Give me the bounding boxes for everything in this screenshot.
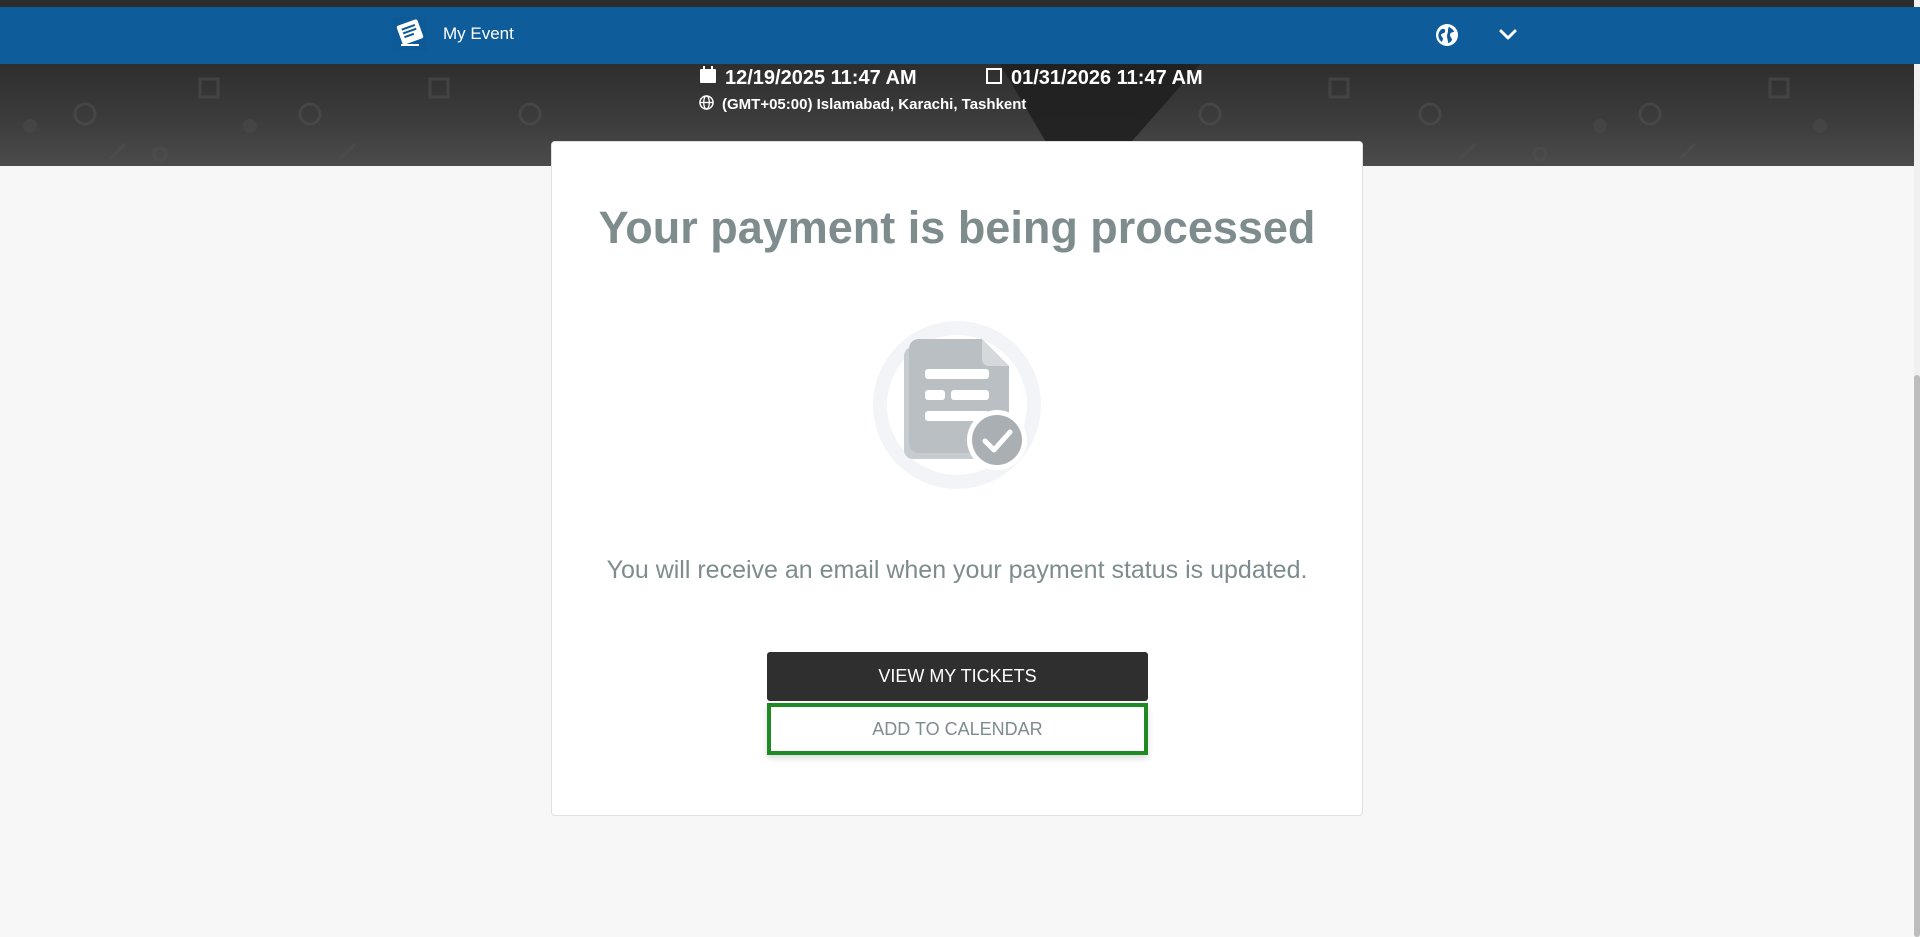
start-datetime: 12/19/2025 11:47 AM bbox=[725, 66, 917, 89]
scrollbar-thumb[interactable] bbox=[1914, 375, 1920, 937]
confirmation-message: You will receive an email when your paym… bbox=[606, 556, 1308, 584]
timezone-text: (GMT+05:00) Islamabad, Karachi, Tashkent bbox=[722, 96, 1027, 113]
chevron-down-icon[interactable] bbox=[1498, 27, 1518, 43]
globe-small-icon bbox=[699, 95, 714, 114]
confirmation-card: Your payment is being processed You will… bbox=[551, 141, 1363, 816]
app-name[interactable]: My Event bbox=[443, 24, 514, 44]
view-my-tickets-button[interactable]: VIEW MY TICKETS bbox=[767, 652, 1148, 701]
end-datetime: 01/31/2026 11:47 AM bbox=[1011, 66, 1203, 89]
document-check-icon bbox=[869, 317, 1045, 493]
add-to-calendar-button[interactable]: ADD TO CALENDAR bbox=[767, 703, 1148, 755]
confirmation-title: Your payment is being processed bbox=[598, 202, 1316, 253]
event-end-date: 01/31/2026 11:47 AM bbox=[985, 64, 1203, 92]
event-start-date: 12/19/2025 11:47 AM bbox=[699, 64, 917, 92]
top-strip bbox=[0, 0, 1920, 7]
calendar-icon bbox=[699, 66, 717, 90]
event-timezone: (GMT+05:00) Islamabad, Karachi, Tashkent bbox=[699, 95, 1026, 114]
event-logo-icon[interactable] bbox=[393, 17, 427, 51]
calendar-outline-icon bbox=[985, 66, 1003, 90]
globe-icon[interactable] bbox=[1435, 23, 1459, 47]
top-navbar: My Event bbox=[0, 7, 1920, 64]
